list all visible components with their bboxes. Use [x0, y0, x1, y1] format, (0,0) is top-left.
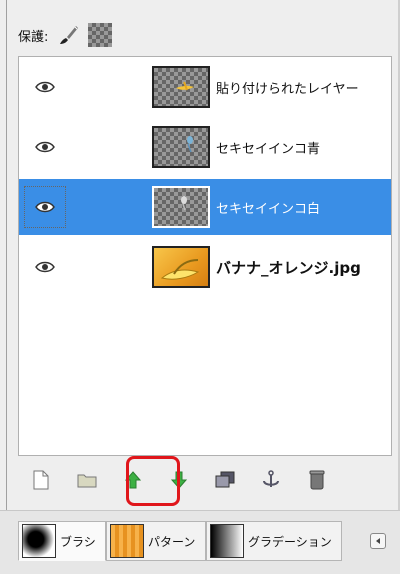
layer-list[interactable]: 貼り付けられたレイヤー セキセイインコ青 セキセイインコ白 バナナ_オレンジ.j…: [18, 56, 392, 456]
layer-row[interactable]: セキセイインコ青: [19, 119, 391, 175]
layer-thumbnail[interactable]: [152, 246, 210, 288]
brush-preview-icon: [22, 524, 56, 558]
highlight-annotation: [126, 456, 180, 506]
lock-pixels-icon[interactable]: [56, 23, 80, 47]
layer-name[interactable]: バナナ_オレンジ.jpg: [216, 257, 361, 278]
tab-label: ブラシ: [60, 534, 96, 549]
lock-row: 保護:: [18, 20, 113, 50]
triangle-left-icon: [376, 538, 380, 544]
layer-row-selected[interactable]: セキセイインコ白: [19, 179, 391, 235]
new-layer-button[interactable]: [18, 462, 64, 498]
trash-icon: [309, 470, 325, 490]
tab-gradients[interactable]: グラデーション: [206, 521, 342, 561]
layer-visibility-toggle[interactable]: [24, 246, 66, 288]
layer-visibility-toggle[interactable]: [24, 186, 66, 228]
tab-label: パターン: [148, 534, 196, 549]
eye-icon: [35, 141, 55, 153]
tab-patterns[interactable]: パターン: [106, 521, 206, 561]
tab-label: グラデーション: [248, 534, 332, 549]
layer-name[interactable]: 貼り付けられたレイヤー: [216, 78, 359, 97]
layers-dock: 保護: 貼り付けられたレイヤー セキセイインコ青 セキセイインコ白 バナナ_オレ…: [0, 0, 400, 574]
new-layer-group-button[interactable]: [64, 462, 110, 498]
layers-toolbar: [18, 460, 392, 500]
dock-tabs: ブラシ パターン グラデーション: [0, 510, 400, 574]
lock-label: 保護:: [18, 29, 49, 45]
eye-icon: [35, 261, 55, 273]
pattern-preview-icon: [110, 524, 144, 558]
eye-icon: [35, 201, 55, 213]
eye-icon: [35, 81, 55, 93]
layer-row[interactable]: バナナ_オレンジ.jpg: [19, 239, 391, 295]
delete-layer-button[interactable]: [294, 462, 340, 498]
duplicate-icon: [215, 471, 235, 488]
tab-menu-button[interactable]: [370, 533, 386, 549]
layer-thumbnail[interactable]: [152, 126, 210, 168]
lock-alpha-icon[interactable]: [88, 23, 113, 47]
anchor-icon: [263, 470, 279, 487]
new-document-icon: [33, 470, 49, 490]
layer-name[interactable]: セキセイインコ白: [216, 198, 320, 217]
layer-thumbnail[interactable]: [152, 66, 210, 108]
duplicate-layer-button[interactable]: [202, 462, 248, 498]
layer-name[interactable]: セキセイインコ青: [216, 138, 320, 157]
dock-border: [6, 0, 7, 574]
layer-visibility-toggle[interactable]: [24, 126, 66, 168]
tab-brushes[interactable]: ブラシ: [18, 521, 106, 561]
layer-row[interactable]: 貼り付けられたレイヤー: [19, 59, 391, 115]
folder-icon: [77, 474, 97, 488]
layer-thumbnail[interactable]: [152, 186, 210, 228]
layer-visibility-toggle[interactable]: [24, 66, 66, 108]
anchor-layer-button[interactable]: [248, 462, 294, 498]
gradient-preview-icon: [210, 524, 244, 558]
